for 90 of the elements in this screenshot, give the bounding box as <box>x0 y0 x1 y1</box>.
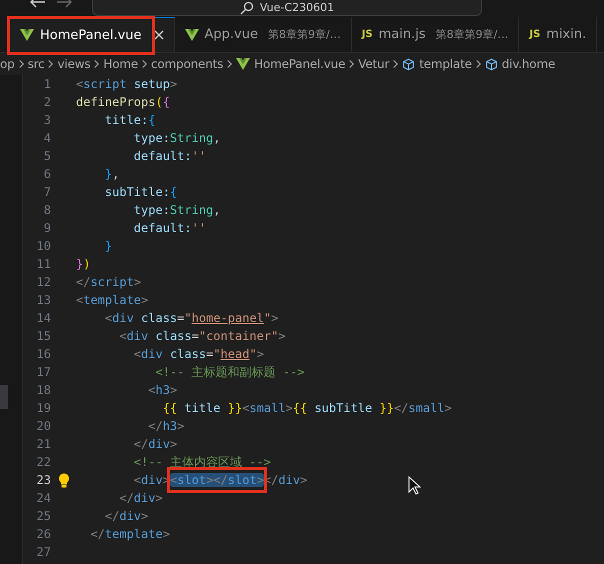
chevron-icon <box>226 59 234 69</box>
code-line: <template> <box>76 292 148 309</box>
line-number: 6 <box>42 166 51 183</box>
line-number: 25 <box>36 508 51 525</box>
line-number: 14 <box>36 310 51 327</box>
line-number: 5 <box>42 148 51 165</box>
breadcrumb-item[interactable]: HomePanel.vue <box>254 57 346 71</box>
code-line: subTitle:{ <box>104 184 178 201</box>
code-line: title:{ <box>104 112 156 129</box>
code-line: <div class="head"> <box>132 346 264 363</box>
line-number: 12 <box>36 274 51 291</box>
editor-tab[interactable]: HomePanel.vue <box>10 17 175 52</box>
code-line: <div class="container"> <box>118 328 286 345</box>
code-line: } <box>104 238 112 255</box>
chevron-icon <box>93 59 100 69</box>
chevron-icon <box>18 59 25 69</box>
cube-icon <box>484 58 498 70</box>
vue-logo-icon <box>20 29 34 41</box>
vue-logo-icon <box>184 28 199 40</box>
code-line: default:'' <box>132 220 206 237</box>
tab-label[interactable]: HomePanel.vue <box>40 28 142 42</box>
code-line: </div> <box>132 436 178 453</box>
line-number: 13 <box>36 292 51 309</box>
code-line: {{ title }}<small>{{ subTitle }}</small> <box>162 400 452 417</box>
tab-label[interactable]: mixin. <box>546 27 586 42</box>
chevron-icon <box>392 59 400 69</box>
chevron-icon <box>474 59 482 69</box>
line-number: 1 <box>42 76 51 93</box>
code-line: type:String, <box>132 202 221 219</box>
line-number: 16 <box>36 346 51 363</box>
line-number: 26 <box>36 526 51 543</box>
code-line: </template> <box>89 526 170 543</box>
line-number: 27 <box>36 544 51 561</box>
chevron-icon <box>47 59 54 69</box>
vue-logo-icon <box>236 58 250 70</box>
tab-label[interactable]: main.js <box>378 27 426 42</box>
code-line: type:String, <box>132 130 221 147</box>
breadcrumb-item[interactable]: Home <box>103 57 138 71</box>
code-line: </h3> <box>147 418 184 435</box>
js-icon: JS <box>529 29 540 40</box>
lightbulb-icon[interactable] <box>58 472 70 488</box>
line-number: 20 <box>36 418 51 435</box>
line-number: 15 <box>36 328 51 345</box>
code-line: <!-- 主体内容区域 --> <box>132 454 271 471</box>
code-line: }, <box>104 166 120 183</box>
code-line: }) <box>76 256 90 273</box>
cube-icon <box>402 58 416 70</box>
line-number: 23 <box>36 472 51 489</box>
code-line: <script setup> <box>76 76 178 93</box>
js-icon: JS <box>362 29 373 40</box>
code-line: <div class="home-panel"> <box>104 310 278 327</box>
line-number: 9 <box>42 220 51 237</box>
code-line: defineProps({ <box>76 94 170 111</box>
line-number: 21 <box>36 436 51 453</box>
breadcrumb-item[interactable]: template <box>419 57 472 71</box>
chevron-icon <box>141 59 148 69</box>
line-number: 18 <box>36 382 51 399</box>
search-icon <box>240 0 254 14</box>
close-icon[interactable] <box>154 30 164 40</box>
code-line: </div> <box>104 508 148 525</box>
editor-tab[interactable]: JS main.js 第8章第9章/… <box>352 17 520 52</box>
code-line: default:'' <box>132 148 206 165</box>
line-number: 10 <box>36 238 51 255</box>
line-number: 17 <box>36 364 51 381</box>
search-field[interactable]: Vue-C230601 <box>92 0 482 16</box>
code-line: </div> <box>118 490 163 507</box>
line-number: 3 <box>42 112 51 129</box>
tab-label[interactable]: App.vue <box>204 27 258 42</box>
tab-description: 第8章第9章/… <box>268 27 341 42</box>
line-number: 11 <box>36 256 51 273</box>
tab-description: 第8章第9章/… <box>436 27 508 42</box>
chevron-icon <box>348 59 356 69</box>
breadcrumb-item[interactable]: views <box>57 57 90 71</box>
breadcrumb-item[interactable]: div.home <box>502 57 556 71</box>
code-line: <!-- 主标题和副标题 --> <box>154 364 304 381</box>
code-line: </script> <box>76 274 142 291</box>
line-number: 24 <box>36 490 51 507</box>
breadcrumb-item[interactable]: components <box>151 57 224 71</box>
line-number: 4 <box>42 130 51 147</box>
line-number: 22 <box>36 454 51 471</box>
mouse-pointer-icon <box>408 476 421 495</box>
line-number: 2 <box>42 94 51 111</box>
breadcrumb-item[interactable]: op <box>0 57 15 71</box>
breadcrumb-item[interactable]: src <box>28 57 44 71</box>
line-number: 7 <box>42 184 51 201</box>
editor-tab[interactable]: App.vue 第8章第9章/… <box>174 17 352 52</box>
line-number: 8 <box>42 202 51 219</box>
line-number: 19 <box>36 400 51 417</box>
breadcrumb-item[interactable]: Vetur <box>358 57 390 71</box>
code-line: <h3> <box>147 382 178 399</box>
